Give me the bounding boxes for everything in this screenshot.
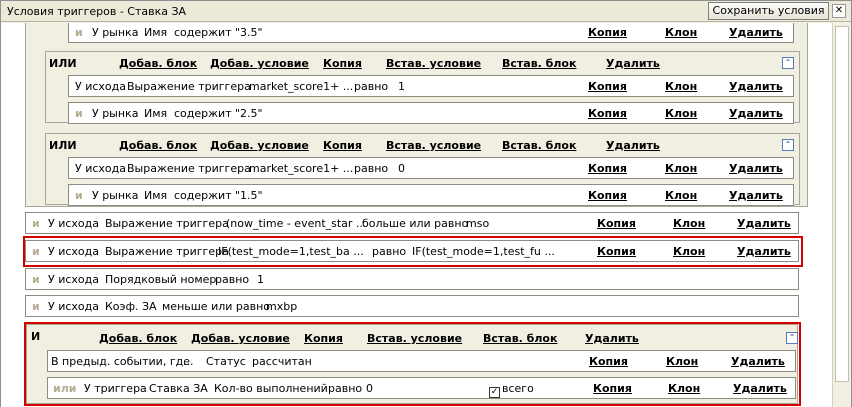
value-label: "3.5" bbox=[235, 26, 263, 39]
and-conjunction: и bbox=[75, 26, 83, 39]
condition-row: У исхода Выражение триггера market_score… bbox=[68, 75, 794, 97]
scrollbar-thumb[interactable] bbox=[835, 26, 849, 382]
clone-link[interactable]: Клон bbox=[673, 217, 705, 230]
source-label: У исхода bbox=[75, 80, 126, 93]
add-condition-link[interactable]: Добав. условие bbox=[210, 139, 309, 152]
delete-link[interactable]: Удалить bbox=[606, 57, 660, 70]
add-block-link[interactable]: Добав. блок bbox=[119, 139, 197, 152]
and-conjunction: и bbox=[32, 217, 40, 230]
clone-link[interactable]: Клон bbox=[665, 80, 697, 93]
clone-link[interactable]: Клон bbox=[665, 107, 697, 120]
field-label: Выражение триггера bbox=[127, 162, 251, 175]
value-label: mxbp bbox=[266, 300, 298, 313]
selection-highlight bbox=[23, 236, 803, 267]
field-label: Выражение триггера bbox=[127, 80, 251, 93]
insert-block-link[interactable]: Встав. блок bbox=[502, 57, 576, 70]
operator-label: содержит bbox=[174, 26, 232, 39]
value-label: mso bbox=[466, 217, 490, 230]
source-label: У рынка bbox=[92, 107, 139, 120]
condition-row: и У рынка Имя содержит "3.5" Копия Клон … bbox=[68, 23, 794, 43]
value-label: 1 bbox=[398, 80, 405, 93]
delete-link[interactable]: Удалить bbox=[729, 80, 783, 93]
delete-link[interactable]: Удалить bbox=[737, 217, 791, 230]
operator-label: равно bbox=[354, 162, 389, 175]
expression-label: market_score1+ ... bbox=[249, 162, 354, 175]
conditions-canvas: и У рынка Имя содержит "3.5" Копия Клон … bbox=[1, 23, 851, 407]
field-label: Имя bbox=[144, 189, 168, 202]
copy-link[interactable]: Копия bbox=[323, 139, 362, 152]
insert-condition-link[interactable]: Встав. условие bbox=[386, 139, 481, 152]
operator-label: равно bbox=[354, 80, 389, 93]
field-label: Порядковый номер bbox=[105, 273, 217, 286]
condition-row: У исхода Выражение триггера market_score… bbox=[68, 157, 794, 179]
condition-row: и У исхода Коэф. ЗА меньше или равно mxb… bbox=[25, 295, 799, 317]
source-label: У исхода bbox=[48, 300, 99, 313]
copy-link[interactable]: Копия bbox=[323, 57, 362, 70]
delete-link[interactable]: Удалить bbox=[729, 107, 783, 120]
value-label: "1.5" bbox=[235, 189, 263, 202]
copy-link[interactable]: Копия bbox=[588, 107, 627, 120]
delete-link[interactable]: Удалить bbox=[729, 189, 783, 202]
close-icon[interactable]: ✕ bbox=[832, 4, 846, 18]
vertical-scrollbar[interactable] bbox=[832, 23, 851, 407]
field-label: Имя bbox=[144, 107, 168, 120]
copy-link[interactable]: Копия bbox=[597, 217, 636, 230]
field-label: Имя bbox=[144, 26, 168, 39]
operator-label: больше или равно bbox=[362, 217, 469, 230]
selection-highlight bbox=[24, 322, 801, 406]
insert-block-link[interactable]: Встав. блок bbox=[502, 139, 576, 152]
save-conditions-button[interactable]: Сохранить условия bbox=[708, 2, 829, 20]
clone-link[interactable]: Клон bbox=[665, 189, 697, 202]
title-bar: Условия триггеров - Ставка ЗА Сохранить … bbox=[1, 1, 851, 22]
expression-label: (now_time - event_star ... bbox=[226, 217, 367, 230]
window-title: Условия триггеров - Ставка ЗА bbox=[7, 5, 187, 18]
condition-row: и У рынка Имя содержит "2.5" Копия Клон … bbox=[68, 102, 794, 124]
expression-label: market_score1+ ... bbox=[249, 80, 354, 93]
delete-link[interactable]: Удалить bbox=[729, 162, 783, 175]
operator-label: содержит bbox=[174, 107, 232, 120]
copy-link[interactable]: Копия bbox=[588, 189, 627, 202]
source-label: У исхода bbox=[48, 273, 99, 286]
collapse-icon[interactable]: ⌃ bbox=[782, 139, 794, 151]
collapse-icon[interactable]: ⌃ bbox=[782, 57, 794, 69]
source-label: У рынка bbox=[92, 26, 139, 39]
condition-row: и У рынка Имя содержит "1.5" Копия Клон … bbox=[68, 184, 794, 206]
value-label: 1 bbox=[257, 273, 264, 286]
left-gutter bbox=[1, 23, 24, 407]
clone-link[interactable]: Клон bbox=[665, 26, 697, 39]
operator-label: содержит bbox=[174, 189, 232, 202]
and-conjunction: и bbox=[32, 273, 40, 286]
operator-label: равно bbox=[215, 273, 250, 286]
and-conjunction: и bbox=[32, 300, 40, 313]
and-conjunction: и bbox=[75, 189, 83, 202]
condition-row: и У исхода Выражение триггера (now_time … bbox=[25, 212, 799, 234]
source-label: У исхода bbox=[75, 162, 126, 175]
delete-link[interactable]: Удалить bbox=[729, 26, 783, 39]
add-condition-link[interactable]: Добав. условие bbox=[210, 57, 309, 70]
source-label: У исхода bbox=[48, 217, 99, 230]
or-label: ИЛИ bbox=[49, 57, 77, 70]
or-label: ИЛИ bbox=[49, 139, 77, 152]
and-conjunction: и bbox=[75, 107, 83, 120]
source-label: У рынка bbox=[92, 189, 139, 202]
insert-condition-link[interactable]: Встав. условие bbox=[386, 57, 481, 70]
copy-link[interactable]: Копия bbox=[588, 80, 627, 93]
operator-label: меньше или равно bbox=[162, 300, 271, 313]
value-label: "2.5" bbox=[235, 107, 263, 120]
copy-link[interactable]: Копия bbox=[588, 26, 627, 39]
add-block-link[interactable]: Добав. блок bbox=[119, 57, 197, 70]
value-label: 0 bbox=[398, 162, 405, 175]
delete-link[interactable]: Удалить bbox=[606, 139, 660, 152]
clone-link[interactable]: Клон bbox=[665, 162, 697, 175]
field-label: Выражение триггера bbox=[105, 217, 229, 230]
copy-link[interactable]: Копия bbox=[588, 162, 627, 175]
field-label: Коэф. ЗА bbox=[105, 300, 157, 313]
trigger-conditions-window: Условия триггеров - Ставка ЗА Сохранить … bbox=[0, 0, 852, 407]
condition-row: и У исхода Порядковый номер равно 1 bbox=[25, 268, 799, 290]
